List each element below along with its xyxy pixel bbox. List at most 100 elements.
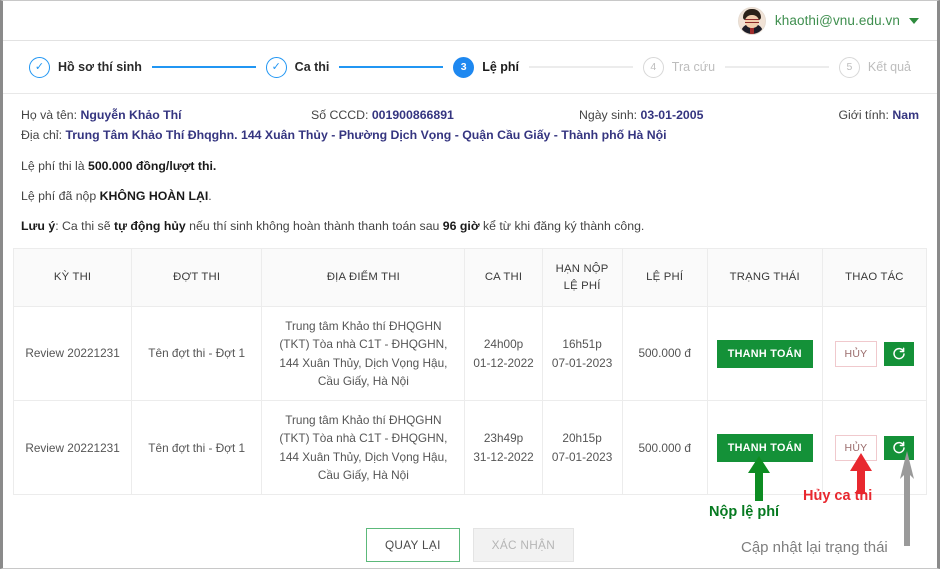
step-ho-so-thi-sinh[interactable]: ✓ Hồ sơ thí sinh: [29, 56, 142, 78]
step-3-number: 3: [453, 56, 475, 78]
step-tra-cuu[interactable]: 4 Tra cứu: [642, 56, 716, 78]
candidate-name: Họ và tên: Nguyễn Khảo Thí: [21, 105, 311, 125]
cell-trang-thai: THANH TOÁN: [707, 306, 823, 402]
connector-3: [529, 66, 633, 68]
cell-han-nop: 16h51p 07-01-2023: [542, 306, 623, 402]
candidate-name-value: Nguyễn Khảo Thí: [80, 108, 182, 122]
cell-le-phi: 500.000 đ: [622, 306, 708, 402]
cell-han-nop-time: 16h51p: [562, 337, 602, 352]
step-5-label: Kết quả: [867, 60, 911, 74]
cell-dot-thi: Tên đợt thi - Đợt 1: [131, 306, 263, 402]
candidate-cccd-label: Số CCCD:: [311, 108, 369, 122]
candidate-info-row-2: Địa chỉ: Trung Tâm Khảo Thí Đhqghn. 144 …: [21, 125, 919, 145]
cell-ca-thi-date: 01-12-2022: [473, 355, 534, 370]
connector-4: [725, 66, 829, 68]
table-row: Review 20221231 Tên đợt thi - Đợt 1 Trun…: [12, 400, 928, 496]
fee-note-warning-b: nếu thí sinh không hoàn thành thanh toán…: [185, 218, 443, 233]
candidate-info-row-1: Họ và tên: Nguyễn Khảo Thí Số CCCD: 0019…: [21, 105, 919, 125]
step-2-check-icon: ✓: [265, 56, 287, 78]
cell-ca-thi-date: 31-12-2022: [473, 449, 534, 464]
fee-note-warning: Lưu ý: Ca thi sẽ tự động hủy nếu thí sin…: [21, 219, 919, 234]
candidate-dob: Ngày sinh: 03-01-2005: [579, 105, 838, 125]
candidate-name-label: Họ và tên:: [21, 108, 78, 122]
fee-note-amount-value: 500.000 đồng/lượt thi.: [88, 159, 217, 173]
cell-ca-thi-time: 24h00p: [483, 337, 524, 352]
progress-stepper: ✓ Hồ sơ thí sinh ✓ Ca thi 3 Lệ phí 4 Tra…: [3, 41, 937, 94]
cell-thao-tac: HỦY: [822, 306, 928, 402]
cell-ky-thi: Review 20221231: [12, 306, 133, 402]
cell-ca-thi-time: 23h49p: [483, 431, 524, 446]
cell-han-nop: 20h15p 07-01-2023: [542, 400, 623, 496]
header-dia-diem: ĐỊA ĐIỂM THI: [261, 248, 466, 307]
candidate-cccd-value: 001900866891: [371, 108, 454, 122]
candidate-info: Họ và tên: Nguyễn Khảo Thí Số CCCD: 0019…: [3, 94, 937, 145]
cell-han-nop-date: 07-01-2023: [551, 449, 613, 464]
cell-dia-diem: Trung tâm Khảo thí ĐHQGHN (TKT) Tòa nhà …: [261, 400, 466, 496]
step-3-label: Lệ phí: [482, 60, 519, 74]
confirm-button: XÁC NHẬN: [472, 528, 575, 563]
footer-actions: QUAY LẠI XÁC NHẬN: [3, 528, 937, 563]
step-le-phi[interactable]: 3 Lệ phí: [453, 56, 519, 78]
annotation-pay-label: Nộp lệ phí: [709, 504, 780, 520]
pay-button[interactable]: THANH TOÁN: [716, 339, 813, 368]
header-ky-thi: KỲ THI: [12, 248, 133, 307]
refresh-icon: [893, 441, 906, 454]
cell-trang-thai: THANH TOÁN: [707, 400, 823, 496]
table-header-row: KỲ THI ĐỢT THI ĐỊA ĐIỂM THI CA THI HẠN N…: [12, 248, 928, 307]
header-ca-thi: CA THI: [464, 248, 543, 307]
cell-dot-thi: Tên đợt thi - Đợt 1: [131, 400, 263, 496]
cell-ky-thi: Review 20221231: [12, 400, 133, 496]
fee-table-body: Review 20221231 Tên đợt thi - Đợt 1 Trun…: [12, 306, 928, 496]
candidate-gender: Giới tính: Nam: [838, 105, 919, 125]
header-han-nop: HẠN NỘP LỆ PHÍ: [542, 248, 623, 307]
fee-note-warning-c: kể từ khi đăng ký thành công.: [479, 218, 645, 233]
page-root: khaothi@vnu.edu.vn ✓ Hồ sơ thí sinh ✓ Ca…: [0, 0, 940, 569]
step-2-label: Ca thi: [294, 60, 330, 74]
header-han-nop-line1: HẠN NỘP: [555, 263, 609, 276]
account-menu[interactable]: khaothi@vnu.edu.vn: [737, 6, 919, 35]
candidate-address: Địa chỉ: Trung Tâm Khảo Thí Đhqghn. 144 …: [21, 125, 667, 145]
back-button[interactable]: QUAY LẠI: [365, 528, 460, 563]
candidate-gender-label: Giới tính:: [838, 108, 889, 122]
fee-note-norefund-pre: Lệ phí đã nộp: [21, 188, 100, 203]
cell-dia-diem: Trung tâm Khảo thí ĐHQGHN (TKT) Tòa nhà …: [261, 306, 466, 402]
top-bar: khaothi@vnu.edu.vn: [3, 1, 937, 41]
fee-table-container: KỲ THI ĐỢT THI ĐỊA ĐIỂM THI CA THI HẠN N…: [3, 248, 937, 496]
step-4-label: Tra cứu: [671, 60, 716, 74]
step-1-label: Hồ sơ thí sinh: [58, 60, 142, 74]
fee-note-warning-a: : Ca thi sẽ: [55, 218, 114, 233]
cancel-button[interactable]: HỦY: [834, 434, 878, 461]
header-thao-tac: THAO TÁC: [822, 248, 928, 307]
header-le-phi: LỆ PHÍ: [622, 248, 708, 307]
cell-han-nop-time: 20h15p: [562, 431, 602, 446]
action-group: HỦY: [830, 340, 919, 367]
header-dot-thi: ĐỢT THI: [131, 248, 263, 307]
refresh-icon: [893, 347, 906, 359]
pay-button[interactable]: THANH TOÁN: [716, 433, 813, 462]
refresh-button[interactable]: [884, 435, 915, 460]
cell-le-phi: 500.000 đ: [622, 400, 708, 496]
fee-note-amount-pre: Lệ phí thi là: [21, 159, 88, 173]
table-row: Review 20221231 Tên đợt thi - Đợt 1 Trun…: [12, 306, 928, 402]
fee-table-head: KỲ THI ĐỢT THI ĐỊA ĐIỂM THI CA THI HẠN N…: [12, 248, 928, 307]
fee-note-warning-prefix: Lưu ý: [21, 218, 56, 233]
step-5-number: 5: [838, 56, 860, 78]
action-group: HỦY: [830, 434, 919, 461]
fee-note-norefund: Lệ phí đã nộp KHÔNG HOÀN LẠI.: [21, 189, 919, 204]
refresh-button[interactable]: [884, 341, 915, 366]
cell-ca-thi: 24h00p 01-12-2022: [464, 306, 543, 402]
connector-1: [151, 66, 256, 68]
step-ket-qua[interactable]: 5 Kết quả: [838, 56, 911, 78]
connector-2: [339, 66, 444, 68]
step-ca-thi[interactable]: ✓ Ca thi: [265, 56, 330, 78]
fee-table: KỲ THI ĐỢT THI ĐỊA ĐIỂM THI CA THI HẠN N…: [12, 248, 928, 496]
candidate-address-value: Trung Tâm Khảo Thí Đhqghn. 144 Xuân Thủy…: [65, 128, 667, 142]
chevron-down-icon[interactable]: [909, 17, 919, 24]
avatar: [737, 6, 766, 35]
candidate-gender-value: Nam: [892, 108, 919, 122]
cancel-button[interactable]: HỦY: [834, 340, 878, 367]
header-han-nop-line2: LỆ PHÍ: [563, 279, 601, 292]
fee-note-warning-auto-cancel: tự động hủy: [113, 218, 186, 233]
cell-han-nop-date: 07-01-2023: [551, 355, 613, 370]
fee-note-amount: Lệ phí thi là 500.000 đồng/lượt thi.: [21, 159, 919, 174]
